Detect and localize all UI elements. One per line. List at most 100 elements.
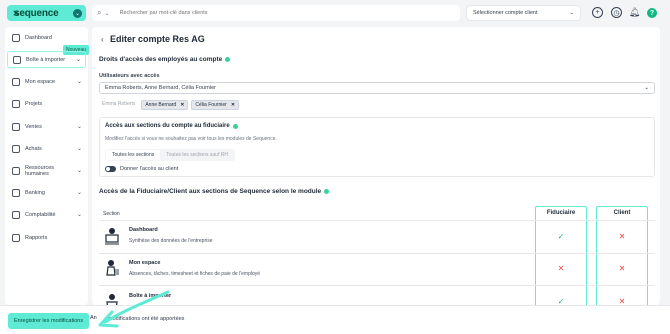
search-input[interactable] <box>119 10 460 16</box>
row-name: Boîte à importer <box>129 293 172 299</box>
fiduciary-box-title: Accès aux sections du compte au fiduciai… <box>105 123 238 129</box>
chevron-down-icon: ⌄ <box>76 212 82 218</box>
inbox-icon <box>13 55 21 64</box>
sidebar-item-achats[interactable]: Achats ⌄ <box>7 140 86 157</box>
plus-circle-icon[interactable]: + <box>592 7 603 18</box>
segment-all-except-rh[interactable]: Toutes les sections sauf RH <box>160 150 234 160</box>
close-icon[interactable]: ✕ <box>231 102 235 108</box>
row-description: Synthèse des données de l'entreprise <box>129 238 213 244</box>
logo-mark-icon: ✕ <box>12 8 20 18</box>
sections-heading-text: Accès de la Fiduciaire/Client aux sectio… <box>99 188 322 195</box>
chevron-down-icon[interactable]: ⌄ <box>104 10 109 17</box>
check-icon[interactable]: ✓ <box>535 297 587 305</box>
sidebar: Nouveau Dashboard Boîte à importer ⌄ Mon… <box>5 27 90 305</box>
info-icon[interactable] <box>225 57 231 62</box>
info-icon[interactable] <box>324 189 330 194</box>
help-icon[interactable]: ? <box>647 8 657 18</box>
users-label: Utilisateurs avec accès <box>99 73 160 79</box>
search-bar[interactable]: ⌕ ⌄ <box>92 5 460 21</box>
sidebar-item-comptabilite[interactable]: Comptabilité ⌄ <box>7 206 86 223</box>
user-chip: Emma Roberts <box>102 101 136 107</box>
bag-icon <box>12 122 20 131</box>
cancel-button[interactable]: An <box>90 315 97 321</box>
user-chip-label: Anne Bernard <box>145 102 177 108</box>
column-header-section: Section <box>103 211 120 217</box>
bank-icon <box>12 188 20 197</box>
mon-espace-illustration-icon <box>106 260 119 276</box>
check-square-icon <box>12 99 20 108</box>
row-divider <box>99 220 655 221</box>
chevron-down-icon: ⌄ <box>76 124 82 130</box>
sections-segmented-control: Toutes les sections Toutes les sections … <box>105 149 235 161</box>
clock-icon[interactable]: ◷ <box>611 7 622 18</box>
chevron-down-icon: ⌄ <box>76 190 82 196</box>
chevron-down-icon: ⌄ <box>76 79 82 85</box>
sidebar-item-dashboard[interactable]: Dashboard <box>7 29 86 46</box>
client-access-toggle[interactable] <box>105 166 116 172</box>
people-icon <box>12 166 20 175</box>
user-chip-label: Célia Fournier <box>195 102 227 108</box>
users-select[interactable]: Emma Roberts, Anne Bernard, Célia Fourni… <box>99 82 655 94</box>
sidebar-item-label: Ventes <box>25 123 42 130</box>
cross-icon[interactable]: ✕ <box>596 297 648 305</box>
sidebar-item-boite-a-importer[interactable]: Boîte à importer ⌄ <box>7 51 86 68</box>
chevron-down-icon: ⌄ <box>76 168 82 174</box>
sidebar-item-banking[interactable]: Banking ⌄ <box>7 184 86 201</box>
save-button[interactable]: Enregistrer les modifications <box>8 313 90 329</box>
cross-icon[interactable]: ✕ <box>535 264 587 273</box>
sidebar-item-label: Achats <box>25 145 42 152</box>
app-logo[interactable]: ✕ sequence ⌄ <box>7 5 86 21</box>
search-icon: ⌕ <box>97 8 102 17</box>
sidebar-item-ventes[interactable]: Ventes ⌄ <box>7 118 86 135</box>
chevron-down-icon: ⌄ <box>76 146 82 152</box>
back-arrow-icon[interactable]: ‹ <box>101 35 104 44</box>
rights-heading: Droits d'accès des employés au compte <box>99 56 231 63</box>
sidebar-item-label: Boîte à importer <box>26 56 66 63</box>
cross-icon[interactable]: ✕ <box>596 232 648 241</box>
calculator-icon <box>12 210 20 219</box>
cart-icon <box>12 144 20 153</box>
fiduciary-box-description: Modifiez l'accès si vous ne souhaitez pa… <box>105 136 277 142</box>
row-description: Absences, tâches, timesheet et fiches de… <box>129 271 261 277</box>
row-divider <box>99 285 655 286</box>
fiduciary-access-box: Accès aux sections du compte au fiduciai… <box>99 117 655 177</box>
chevron-down-icon: ⌄ <box>75 57 81 63</box>
sidebar-item-label: Projets <box>25 100 43 107</box>
row-divider <box>99 253 655 254</box>
row-name: Mon espace <box>129 260 161 266</box>
fiduciary-box-title-text: Accès aux sections du compte au fiduciai… <box>105 123 230 129</box>
footer-bar: Enregistrer les modifications An modific… <box>0 305 670 334</box>
dashboard-illustration-icon <box>105 228 119 245</box>
users-select-value: Emma Roberts, Anne Bernard, Célia Fourni… <box>105 85 216 91</box>
table-row: Dashboard Synthèse des données de l'entr… <box>99 222 519 252</box>
main-panel: ‹ Editer compte Res AG Droits d'accès de… <box>92 27 660 305</box>
top-bar: ✕ sequence ⌄ ⌕ ⌄ Sélectionner compte cli… <box>0 0 670 27</box>
chevron-down-icon: ⌄ <box>644 85 649 91</box>
column-header-client: Client <box>613 210 631 216</box>
info-icon[interactable] <box>232 123 238 129</box>
page-title: Editer compte Res AG <box>110 34 205 44</box>
segment-all-sections[interactable]: Toutes les sections <box>106 150 161 160</box>
chevron-down-icon: ⌄ <box>569 10 574 16</box>
cross-icon[interactable]: ✕ <box>596 264 648 273</box>
sidebar-item-mon-espace[interactable]: Mon espace ⌄ <box>7 73 86 90</box>
sidebar-item-projets[interactable]: Projets <box>7 95 86 112</box>
sidebar-item-label: Ressources humaines <box>25 164 55 177</box>
sidebar-item-label: Banking <box>25 189 45 196</box>
bell-icon[interactable]: 🔔︎ <box>629 7 640 18</box>
sidebar-item-label: Comptabilité <box>25 211 56 218</box>
company-select[interactable]: Sélectionner compte client ⌄ <box>466 5 581 21</box>
check-icon[interactable]: ✓ <box>535 232 587 241</box>
sidebar-item-rapports[interactable]: Rapports <box>7 229 86 246</box>
close-icon[interactable]: ✕ <box>180 102 184 108</box>
home-icon <box>12 33 20 42</box>
sidebar-item-label: Rapports <box>25 234 48 241</box>
chevron-down-icon[interactable]: ⌄ <box>73 8 82 18</box>
sidebar-item-ressources-humaines[interactable]: Ressources humaines ⌄ <box>7 162 86 179</box>
column-header-fiduciaire: Fiduciaire <box>546 210 576 216</box>
user-chip: Anne Bernard ✕ <box>141 100 189 110</box>
table-row: Mon espace Absences, tâches, timesheet e… <box>99 255 519 285</box>
client-access-toggle-label: Donner l'accès au client <box>120 166 179 172</box>
rights-heading-text: Droits d'accès des employés au compte <box>99 56 223 63</box>
table-row: Boîte à importer <box>99 288 519 305</box>
